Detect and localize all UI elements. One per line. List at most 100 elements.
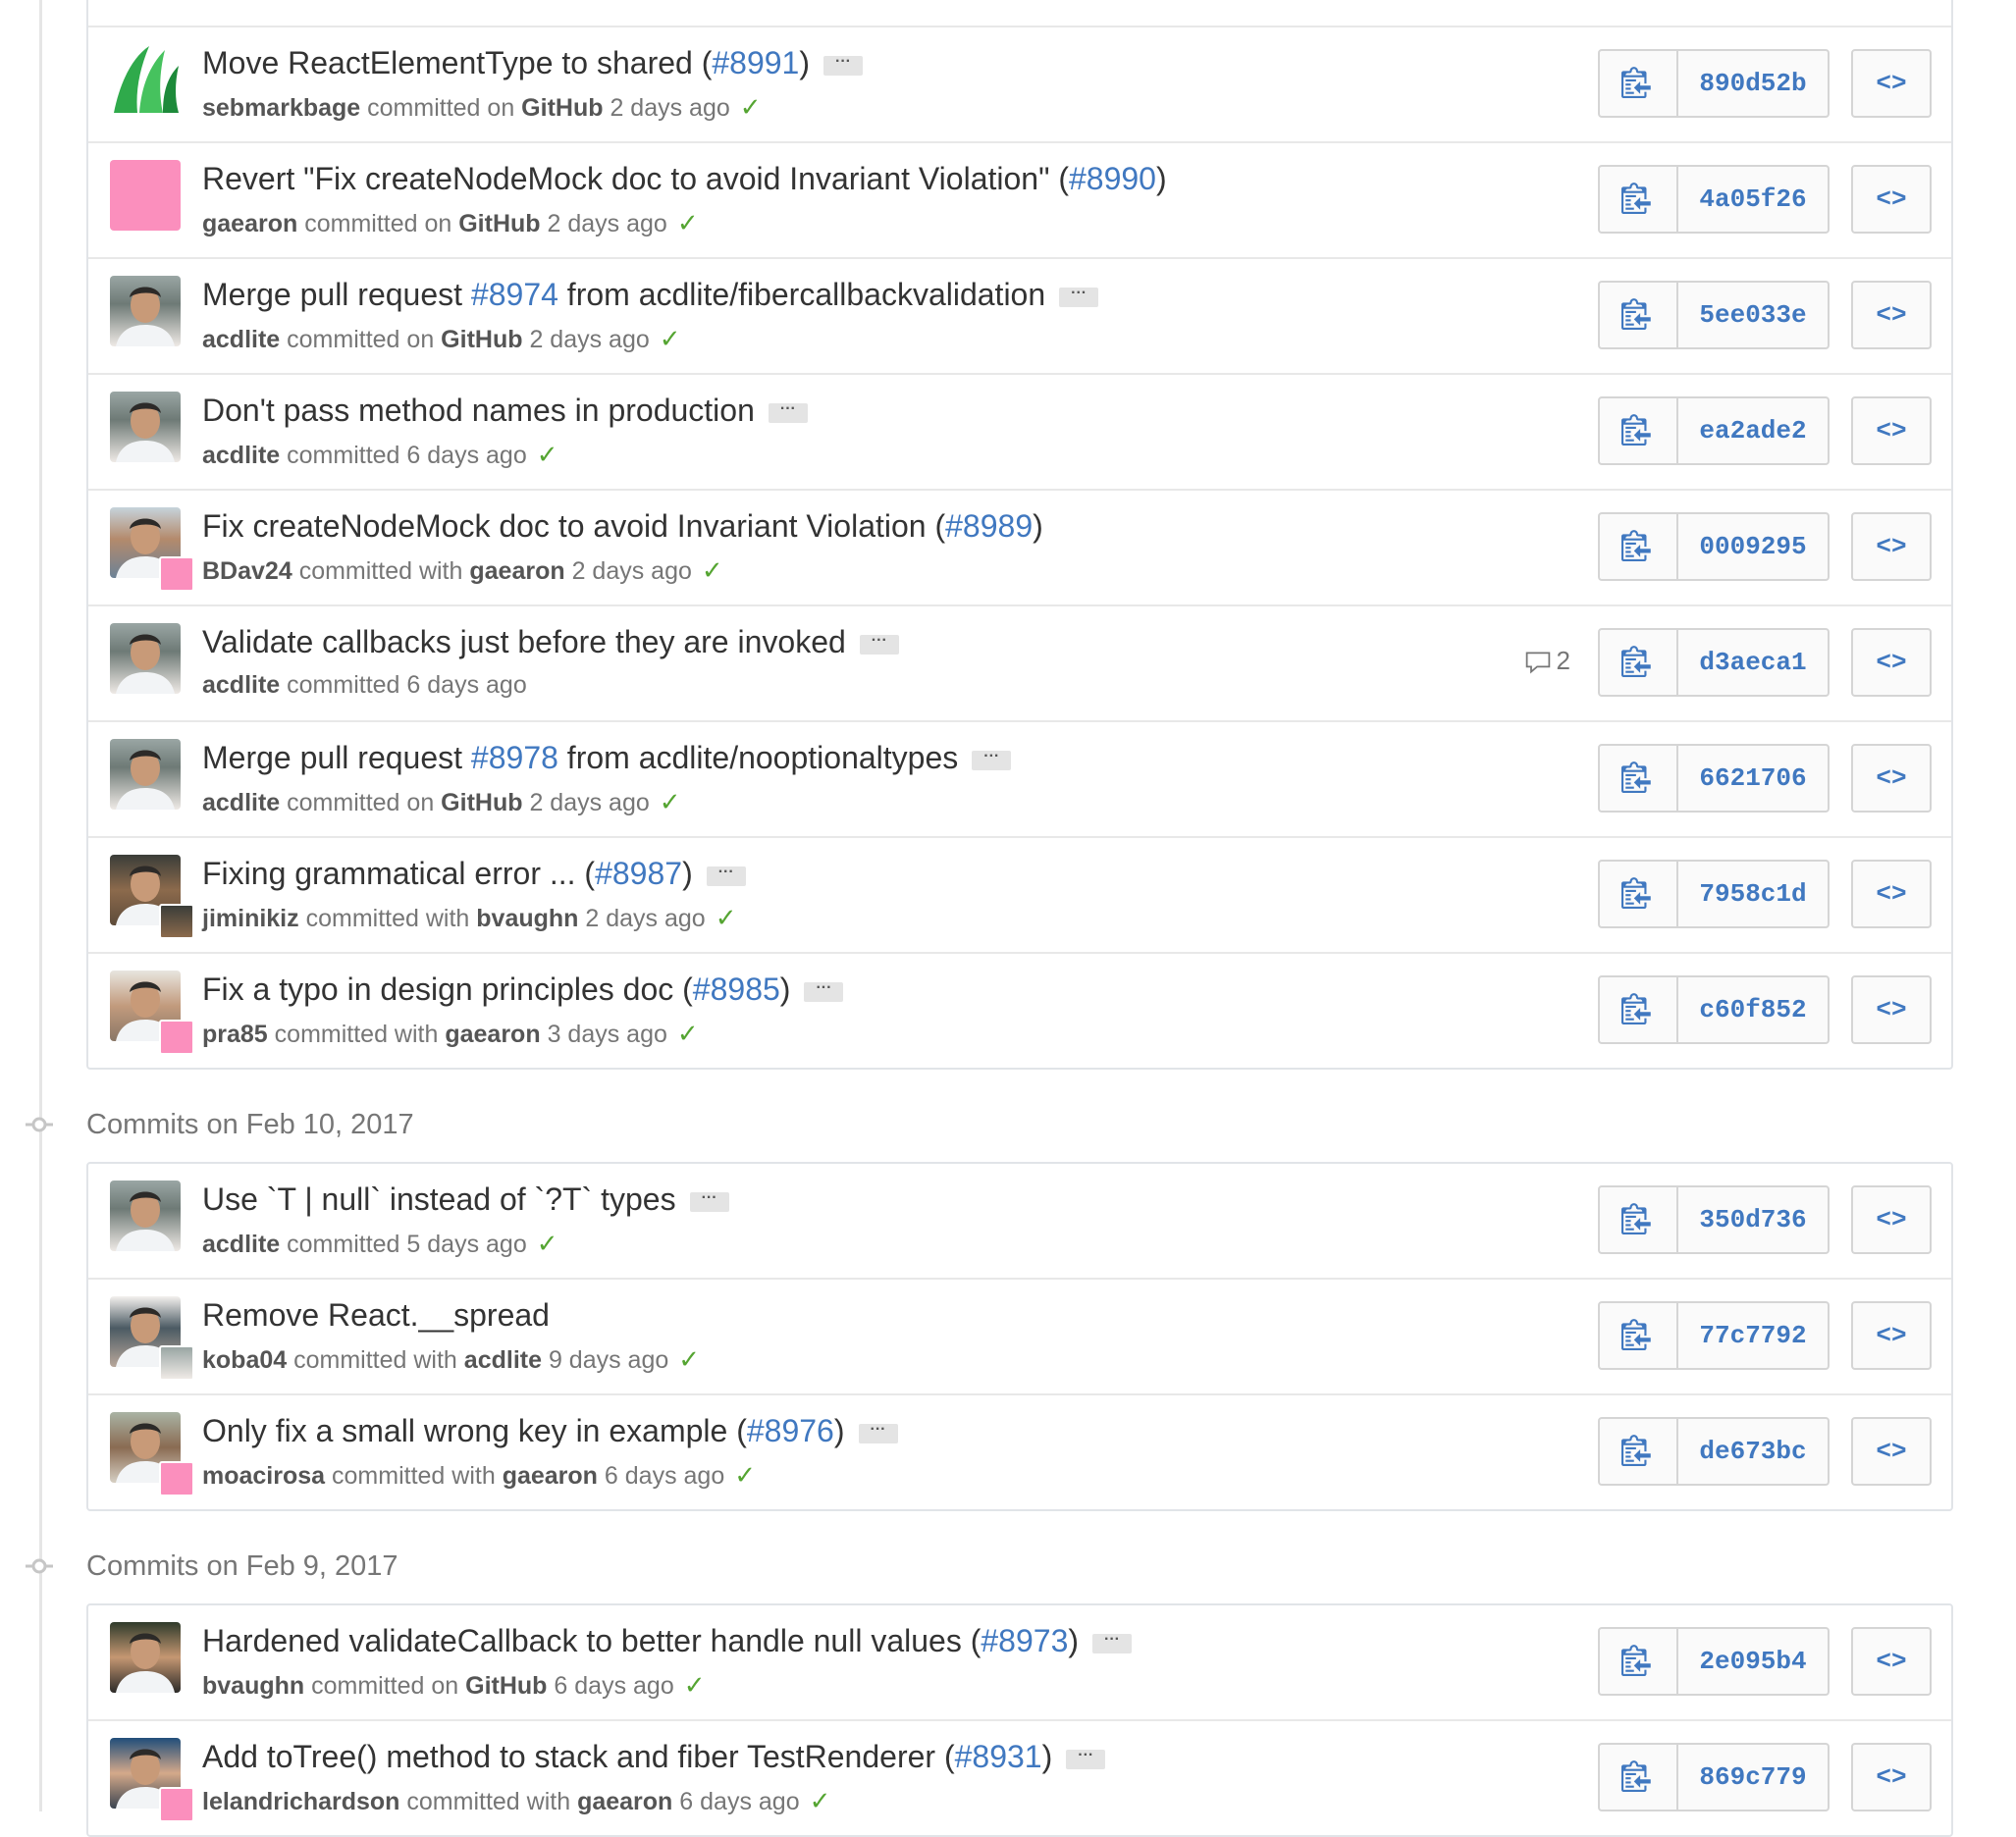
copy-sha-button[interactable] [1600,746,1678,811]
check-icon[interactable]: ✓ [678,1344,700,1374]
commit-sha-link[interactable]: 4a05f26 [1678,167,1828,232]
issue-link[interactable]: #8974 [471,277,558,312]
commit-title-link[interactable]: Revert "Fix createNodeMock doc to avoid … [202,161,1069,196]
commit-title-link[interactable]: Validate callbacks just before they are … [202,624,846,659]
commit-title-link[interactable]: Only fix a small wrong key in example ( [202,1413,747,1448]
commit-sha-link[interactable]: de673bc [1678,1419,1828,1484]
committer-name[interactable]: gaearon [445,1021,540,1048]
check-icon[interactable]: ✓ [677,208,699,237]
ellipsis-icon[interactable]: ··· [858,1421,898,1443]
author-name[interactable]: koba04 [202,1346,287,1374]
commit-sha-link[interactable]: 0009295 [1678,514,1828,579]
browse-repo-button[interactable]: <> [1851,49,1932,118]
comment-count[interactable]: 2 [1523,646,1570,676]
author-name[interactable]: pra85 [202,1021,268,1048]
browse-repo-button[interactable]: <> [1851,281,1932,349]
commit-title-link[interactable]: Fixing grammatical error ... ( [202,856,595,891]
author-name[interactable]: sebmarkbage [202,94,360,122]
issue-link[interactable]: #8987 [595,856,682,891]
copy-sha-button[interactable] [1600,1419,1678,1484]
commit-title-link[interactable]: Don't pass method names in production [202,393,755,428]
commit-title-suffix[interactable]: ) [834,1413,845,1448]
author-name[interactable]: gaearon [202,210,297,237]
ellipsis-icon[interactable]: ··· [706,864,746,886]
commit-sha-link[interactable]: 869c779 [1678,1745,1828,1810]
copy-sha-button[interactable] [1600,1303,1678,1368]
commit-title-link[interactable]: Merge pull request [202,740,471,775]
commit-title-suffix[interactable]: from acdlite/nooptionaltypes [558,740,958,775]
browse-repo-button[interactable]: <> [1851,1743,1932,1811]
committer-name[interactable]: acdlite [464,1346,542,1374]
committer-avatar[interactable] [159,1345,194,1381]
commit-title-suffix[interactable]: from acdlite/fibercallbackvalidation [558,277,1045,312]
check-icon[interactable]: ✓ [537,1229,558,1258]
author-avatar[interactable] [110,739,181,810]
commit-sha-link[interactable]: 350d736 [1678,1187,1828,1252]
browse-repo-button[interactable]: <> [1851,165,1932,234]
ellipsis-icon[interactable]: ··· [823,53,863,76]
check-icon[interactable]: ✓ [684,1670,706,1700]
browse-repo-button[interactable]: <> [1851,1185,1932,1254]
committer-name[interactable]: GitHub [441,326,522,353]
commit-title-suffix[interactable]: ) [780,971,791,1007]
commit-sha-link[interactable]: ea2ade2 [1678,398,1828,463]
browse-repo-button[interactable]: <> [1851,396,1932,465]
author-name[interactable]: bvaughn [202,1672,304,1700]
committer-avatar[interactable] [159,1020,194,1055]
author-name[interactable]: acdlite [202,326,280,353]
copy-sha-button[interactable] [1600,630,1678,695]
browse-repo-button[interactable]: <> [1851,1301,1932,1370]
author-avatar[interactable] [110,276,181,346]
commit-title-suffix[interactable]: ) [1042,1739,1053,1774]
check-icon[interactable]: ✓ [660,787,681,816]
issue-link[interactable]: #8976 [747,1413,834,1448]
committer-name[interactable]: bvaughn [476,905,578,932]
author-name[interactable]: moacirosa [202,1462,325,1490]
commit-title-link[interactable]: Use `T | null` instead of `?T` types [202,1181,676,1217]
author-avatar[interactable] [110,392,181,462]
browse-repo-button[interactable]: <> [1851,628,1932,697]
check-icon[interactable]: ✓ [702,555,723,585]
commit-sha-link[interactable]: 6621706 [1678,746,1828,811]
author-avatar[interactable] [110,623,181,694]
browse-repo-button[interactable]: <> [1851,1627,1932,1696]
browse-repo-button[interactable]: <> [1851,860,1932,928]
copy-sha-button[interactable] [1600,1745,1678,1810]
check-icon[interactable]: ✓ [677,1019,699,1048]
committer-avatar[interactable] [159,556,194,592]
copy-sha-button[interactable] [1600,1629,1678,1694]
author-name[interactable]: acdlite [202,671,280,699]
commit-title-suffix[interactable]: ) [1033,508,1043,544]
issue-link[interactable]: #8989 [945,508,1033,544]
committer-name[interactable]: GitHub [458,210,540,237]
commit-sha-link[interactable]: 5ee033e [1678,283,1828,347]
browse-repo-button[interactable]: <> [1851,512,1932,581]
ellipsis-icon[interactable]: ··· [804,979,844,1002]
commit-title-link[interactable]: Fix createNodeMock doc to avoid Invarian… [202,508,945,544]
commit-sha-link[interactable]: 2e095b4 [1678,1629,1828,1694]
commit-title-link[interactable]: Add toTree() method to stack and fiber T… [202,1739,955,1774]
ellipsis-icon[interactable]: ··· [689,1189,729,1212]
copy-sha-button[interactable] [1600,862,1678,926]
issue-link[interactable]: #8990 [1069,161,1156,196]
committer-avatar[interactable] [159,1787,194,1822]
committer-name[interactable]: gaearon [503,1462,598,1490]
browse-repo-button[interactable]: <> [1851,744,1932,813]
commit-sha-link[interactable]: 77c7792 [1678,1303,1828,1368]
check-icon[interactable]: ✓ [734,1460,756,1490]
copy-sha-button[interactable] [1600,398,1678,463]
author-avatar[interactable] [110,1181,181,1251]
committer-name[interactable]: GitHub [521,94,603,122]
ellipsis-icon[interactable]: ··· [859,632,899,655]
author-name[interactable]: jiminikiz [202,905,299,932]
copy-sha-button[interactable] [1600,283,1678,347]
browse-repo-button[interactable]: <> [1851,975,1932,1044]
author-avatar[interactable] [110,44,181,115]
committer-name[interactable]: GitHub [465,1672,547,1700]
commit-title-link[interactable]: Hardened validateCallback to better hand… [202,1623,981,1658]
check-icon[interactable]: ✓ [537,440,558,469]
ellipsis-icon[interactable]: ··· [1092,1631,1133,1653]
commit-title-suffix[interactable]: ) [1156,161,1167,196]
issue-link[interactable]: #8978 [471,740,558,775]
author-name[interactable]: acdlite [202,442,280,469]
